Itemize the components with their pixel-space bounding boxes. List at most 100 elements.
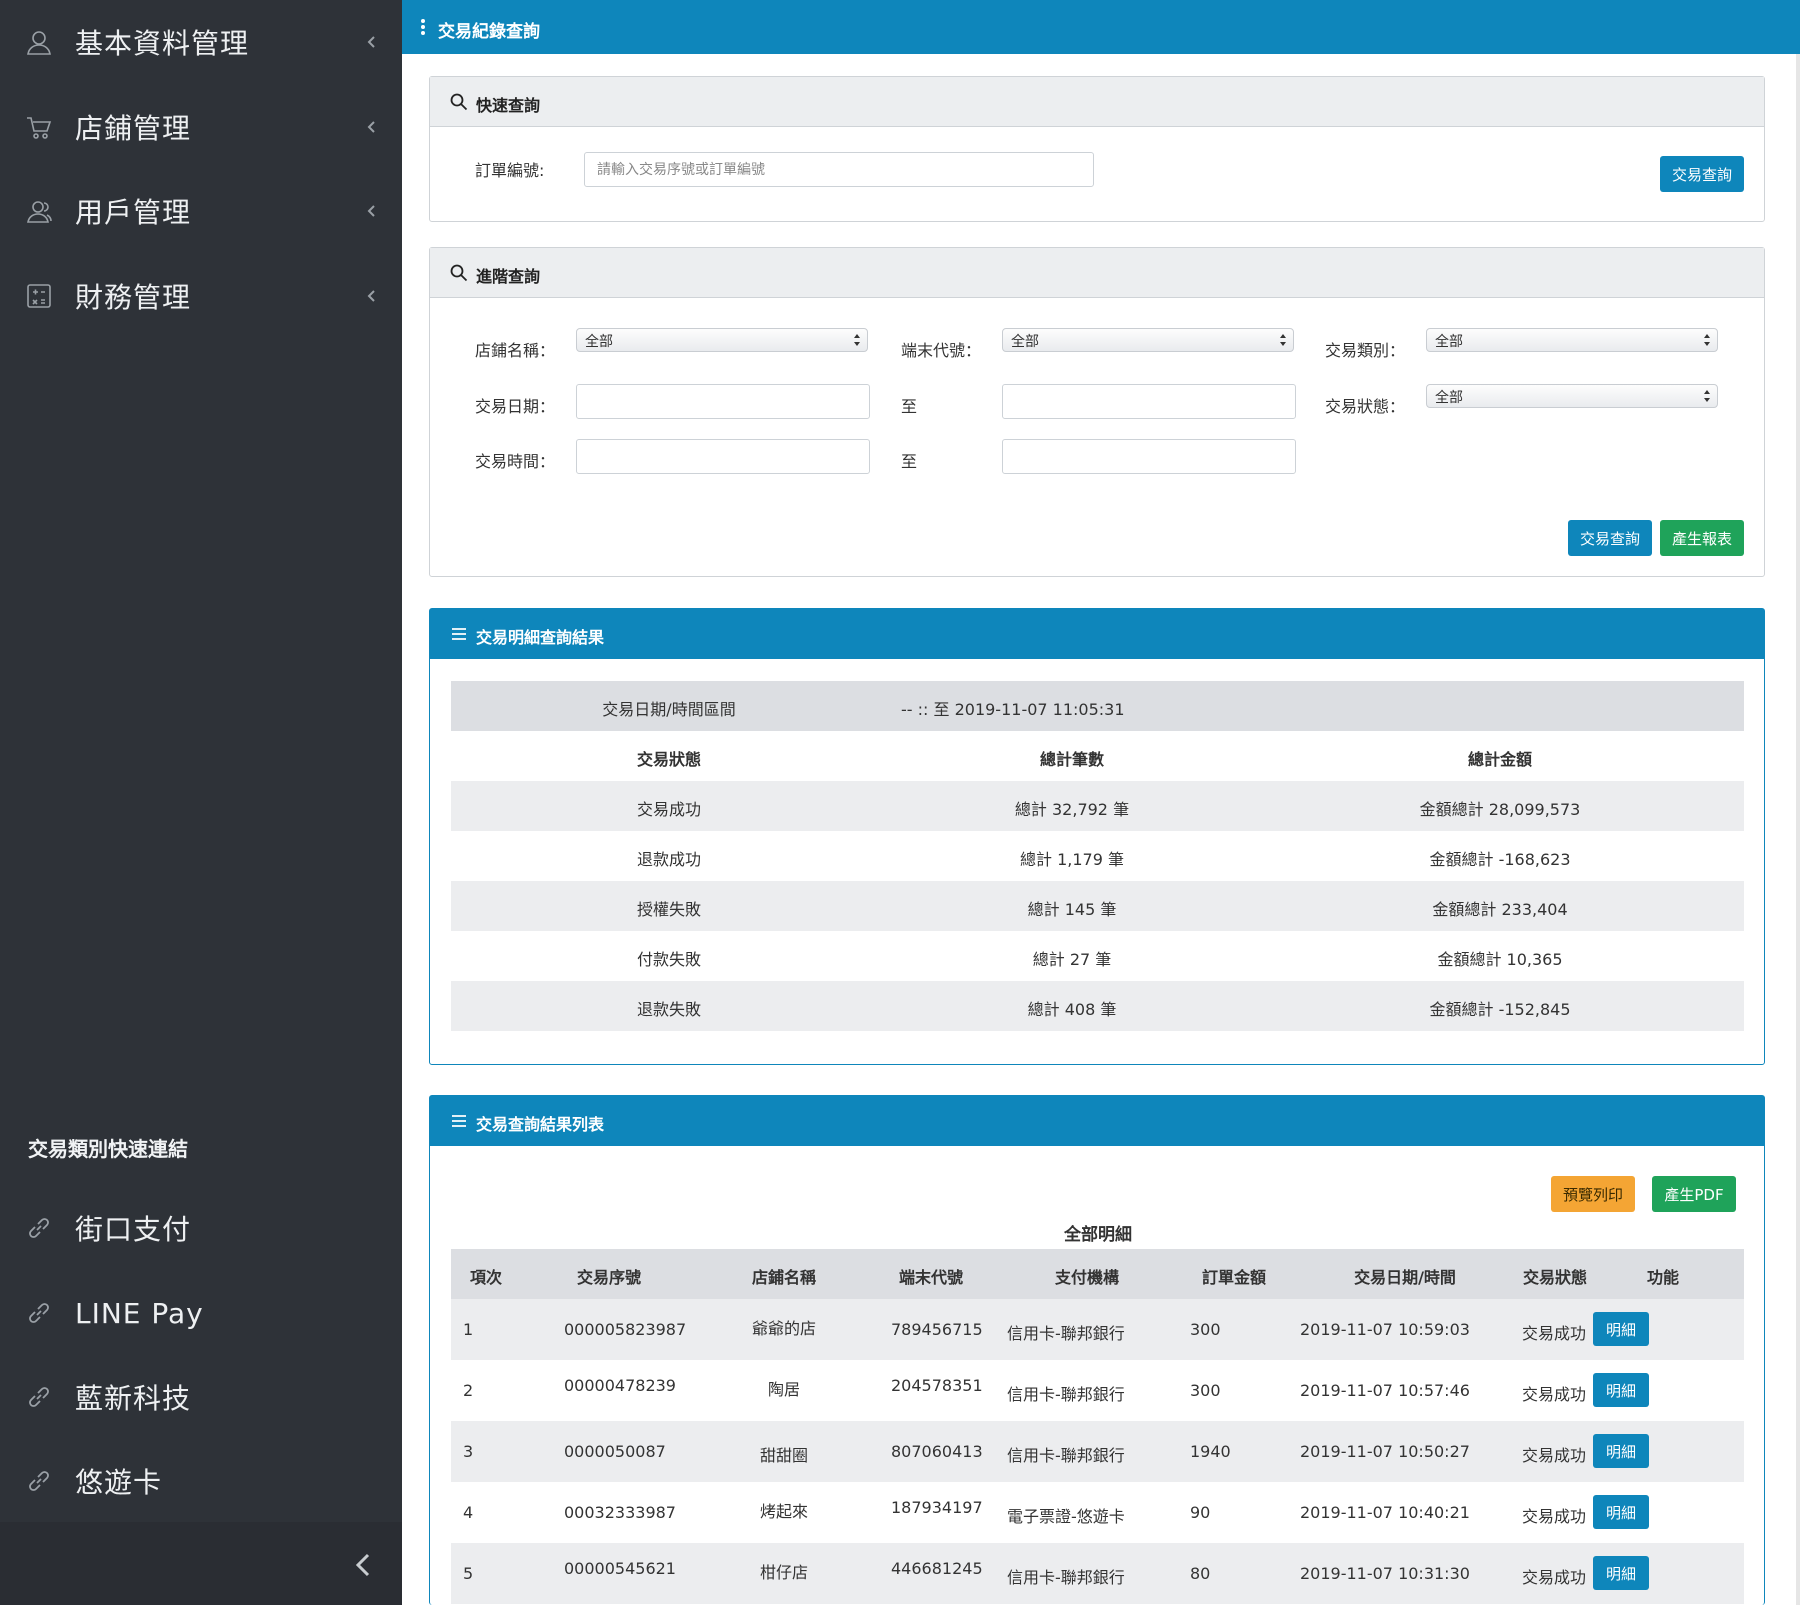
sidebar-item-label: 基本資料管理: [75, 27, 250, 60]
cell-amount: 300: [1190, 1381, 1221, 1400]
column-header: 交易序號: [576, 1268, 642, 1287]
summary-row: 退款成功 總計 1,179 筆 金額總計 -168,623: [451, 831, 1744, 881]
more-vertical-icon[interactable]: [420, 18, 426, 36]
table-row: 3 0000050087 甜甜圈 807060413 信用卡-聯邦銀行 1940…: [451, 1421, 1744, 1482]
sidebar-item-label: 店鋪管理: [75, 112, 192, 145]
cell-shop: 柑仔店: [759, 1563, 809, 1582]
cell-no: 3: [463, 1442, 474, 1461]
chevron-left-icon: [364, 288, 380, 304]
cell-datetime: 2019-11-07 10:31:30: [1300, 1564, 1470, 1583]
detail-button[interactable]: 明細: [1593, 1434, 1649, 1468]
shop-name-select[interactable]: 全部: [576, 328, 868, 352]
quick-link-label: 街口支付: [75, 1213, 192, 1246]
cell-terminal: 204578351: [891, 1376, 983, 1395]
column-header: 功能: [1646, 1268, 1680, 1287]
column-header: 店鋪名稱: [751, 1268, 817, 1287]
cell-shop: 爺爺的店: [751, 1319, 817, 1338]
quick-search-header: 快速查詢: [430, 77, 1764, 127]
quick-link-easycard[interactable]: 悠遊卡: [0, 1451, 402, 1511]
table-caption: 全部明細: [1064, 1225, 1132, 1245]
sidebar-footer: [0, 1522, 402, 1605]
sidebar-item-label: 財務管理: [75, 281, 192, 314]
sidebar-item-users[interactable]: 用戶管理: [0, 181, 402, 241]
sidebar-item-shop[interactable]: 店鋪管理: [0, 97, 402, 157]
quick-search-title: 快速查詢: [476, 96, 541, 115]
cell-shop: 烤起來: [759, 1502, 809, 1521]
cell-payment: 信用卡-聯邦銀行: [1007, 1568, 1125, 1587]
print-preview-button[interactable]: 預覽列印: [1551, 1176, 1635, 1212]
select-arrows-icon: [853, 333, 861, 347]
summary-title: 交易明細查詢結果: [476, 628, 605, 647]
cell-terminal: 807060413: [891, 1442, 983, 1461]
quick-link-newebpay[interactable]: 藍新科技: [0, 1367, 402, 1427]
transaction-status-label: 交易狀態：: [1325, 397, 1406, 416]
cell-status: 交易成功: [1522, 1385, 1587, 1404]
summary-amount: 金額總計 -168,623: [1429, 850, 1571, 869]
detail-button[interactable]: 明細: [1593, 1495, 1649, 1529]
summary-count: 總計 408 筆: [1027, 1000, 1117, 1019]
results-title: 交易查詢結果列表: [476, 1115, 605, 1134]
summary-amount: 金額總計 233,404: [1432, 900, 1568, 919]
date-from-input[interactable]: [576, 384, 870, 419]
cell-serial: 00000545621: [564, 1559, 676, 1578]
cell-terminal: 789456715: [891, 1320, 983, 1339]
transaction-type-select[interactable]: 全部: [1426, 328, 1718, 352]
time-to-input[interactable]: [1002, 439, 1296, 474]
summary-header: 交易明細查詢結果: [430, 609, 1764, 659]
shop-name-label: 店鋪名稱：: [475, 341, 556, 360]
date-to-input[interactable]: [1002, 384, 1296, 419]
order-number-input[interactable]: [584, 152, 1094, 187]
detail-button[interactable]: 明細: [1593, 1312, 1649, 1346]
terminal-label: 端末代號：: [901, 341, 982, 360]
advanced-search-button[interactable]: 交易查詢: [1568, 520, 1652, 556]
summary-row: 交易成功 總計 32,792 筆 金額總計 28,099,573: [451, 781, 1744, 831]
transaction-status-value: 全部: [1435, 390, 1463, 406]
cell-status: 交易成功: [1522, 1446, 1587, 1465]
sidebar-item-finance[interactable]: 財務管理: [0, 266, 402, 326]
transaction-status-select[interactable]: 全部: [1426, 384, 1718, 408]
column-header: 支付機構: [1054, 1268, 1120, 1287]
detail-button[interactable]: 明細: [1593, 1556, 1649, 1590]
terminal-value: 全部: [1011, 334, 1039, 350]
quick-link-jkopay[interactable]: 街口支付: [0, 1198, 402, 1258]
quick-link-label: LINE Pay: [75, 1296, 204, 1330]
table-row: 4 00032333987 烤起來 187934197 電子票證-悠遊卡 90 …: [451, 1482, 1744, 1543]
calculator-icon: [24, 281, 54, 311]
shop-name-value: 全部: [585, 334, 613, 350]
page-header: 交易紀錄查詢: [402, 0, 1800, 54]
summary-count: 總計 145 筆: [1027, 900, 1117, 919]
table-header-row: 項次 交易序號 店鋪名稱 端末代號 支付機構 訂單金額 交易日期/時間 交易狀態…: [451, 1249, 1744, 1299]
cell-amount: 80: [1190, 1564, 1211, 1583]
cell-no: 5: [463, 1564, 474, 1583]
select-arrows-icon: [1703, 333, 1711, 347]
summary-status: 退款成功: [636, 850, 702, 869]
date-range-label: 交易日期/時間區間: [602, 700, 736, 719]
generate-pdf-button[interactable]: 產生PDF: [1652, 1176, 1736, 1212]
quick-link-linepay[interactable]: LINE Pay: [0, 1283, 402, 1343]
detail-button[interactable]: 明細: [1593, 1373, 1649, 1407]
quick-links-heading: 交易類別快速連結: [28, 1137, 188, 1161]
cell-amount: 90: [1190, 1503, 1211, 1522]
terminal-select[interactable]: 全部: [1002, 328, 1294, 352]
cell-serial: 00032333987: [564, 1503, 676, 1522]
summary-panel: 交易明細查詢結果 交易日期/時間區間 -- :: 至 2019-11-07 11…: [429, 608, 1765, 1065]
quick-search-button[interactable]: 交易查詢: [1660, 156, 1744, 192]
date-to-label: 至: [901, 397, 918, 416]
sidebar-item-basic-data[interactable]: 基本資料管理: [0, 12, 402, 72]
time-to-label: 至: [901, 452, 918, 471]
cell-no: 2: [463, 1381, 474, 1400]
generate-report-button[interactable]: 產生報表: [1660, 520, 1744, 556]
column-header: 端末代號: [898, 1268, 964, 1287]
summary-status: 付款失敗: [636, 950, 702, 969]
quick-search-panel: 快速查詢 訂單編號: 交易查詢: [429, 76, 1765, 222]
sidebar-collapse-button[interactable]: [350, 1550, 376, 1580]
cell-shop: 甜甜圈: [759, 1446, 809, 1465]
chevron-left-icon: [364, 203, 380, 219]
time-from-input[interactable]: [576, 439, 870, 474]
summary-row: 退款失敗 總計 408 筆 金額總計 -152,845: [451, 981, 1744, 1031]
results-panel: 交易查詢結果列表 預覽列印 產生PDF 全部明細 項次 交易序號 店鋪名稱 端末…: [429, 1095, 1765, 1605]
cell-no: 1: [463, 1320, 474, 1339]
main-content: 交易紀錄查詢 快速查詢 訂單編號: 交易查詢 進階查詢 店鋪名稱： 全部 端末代…: [402, 0, 1800, 1605]
cell-datetime: 2019-11-07 10:40:21: [1300, 1503, 1470, 1522]
summary-amount: 金額總計 -152,845: [1429, 1000, 1571, 1019]
